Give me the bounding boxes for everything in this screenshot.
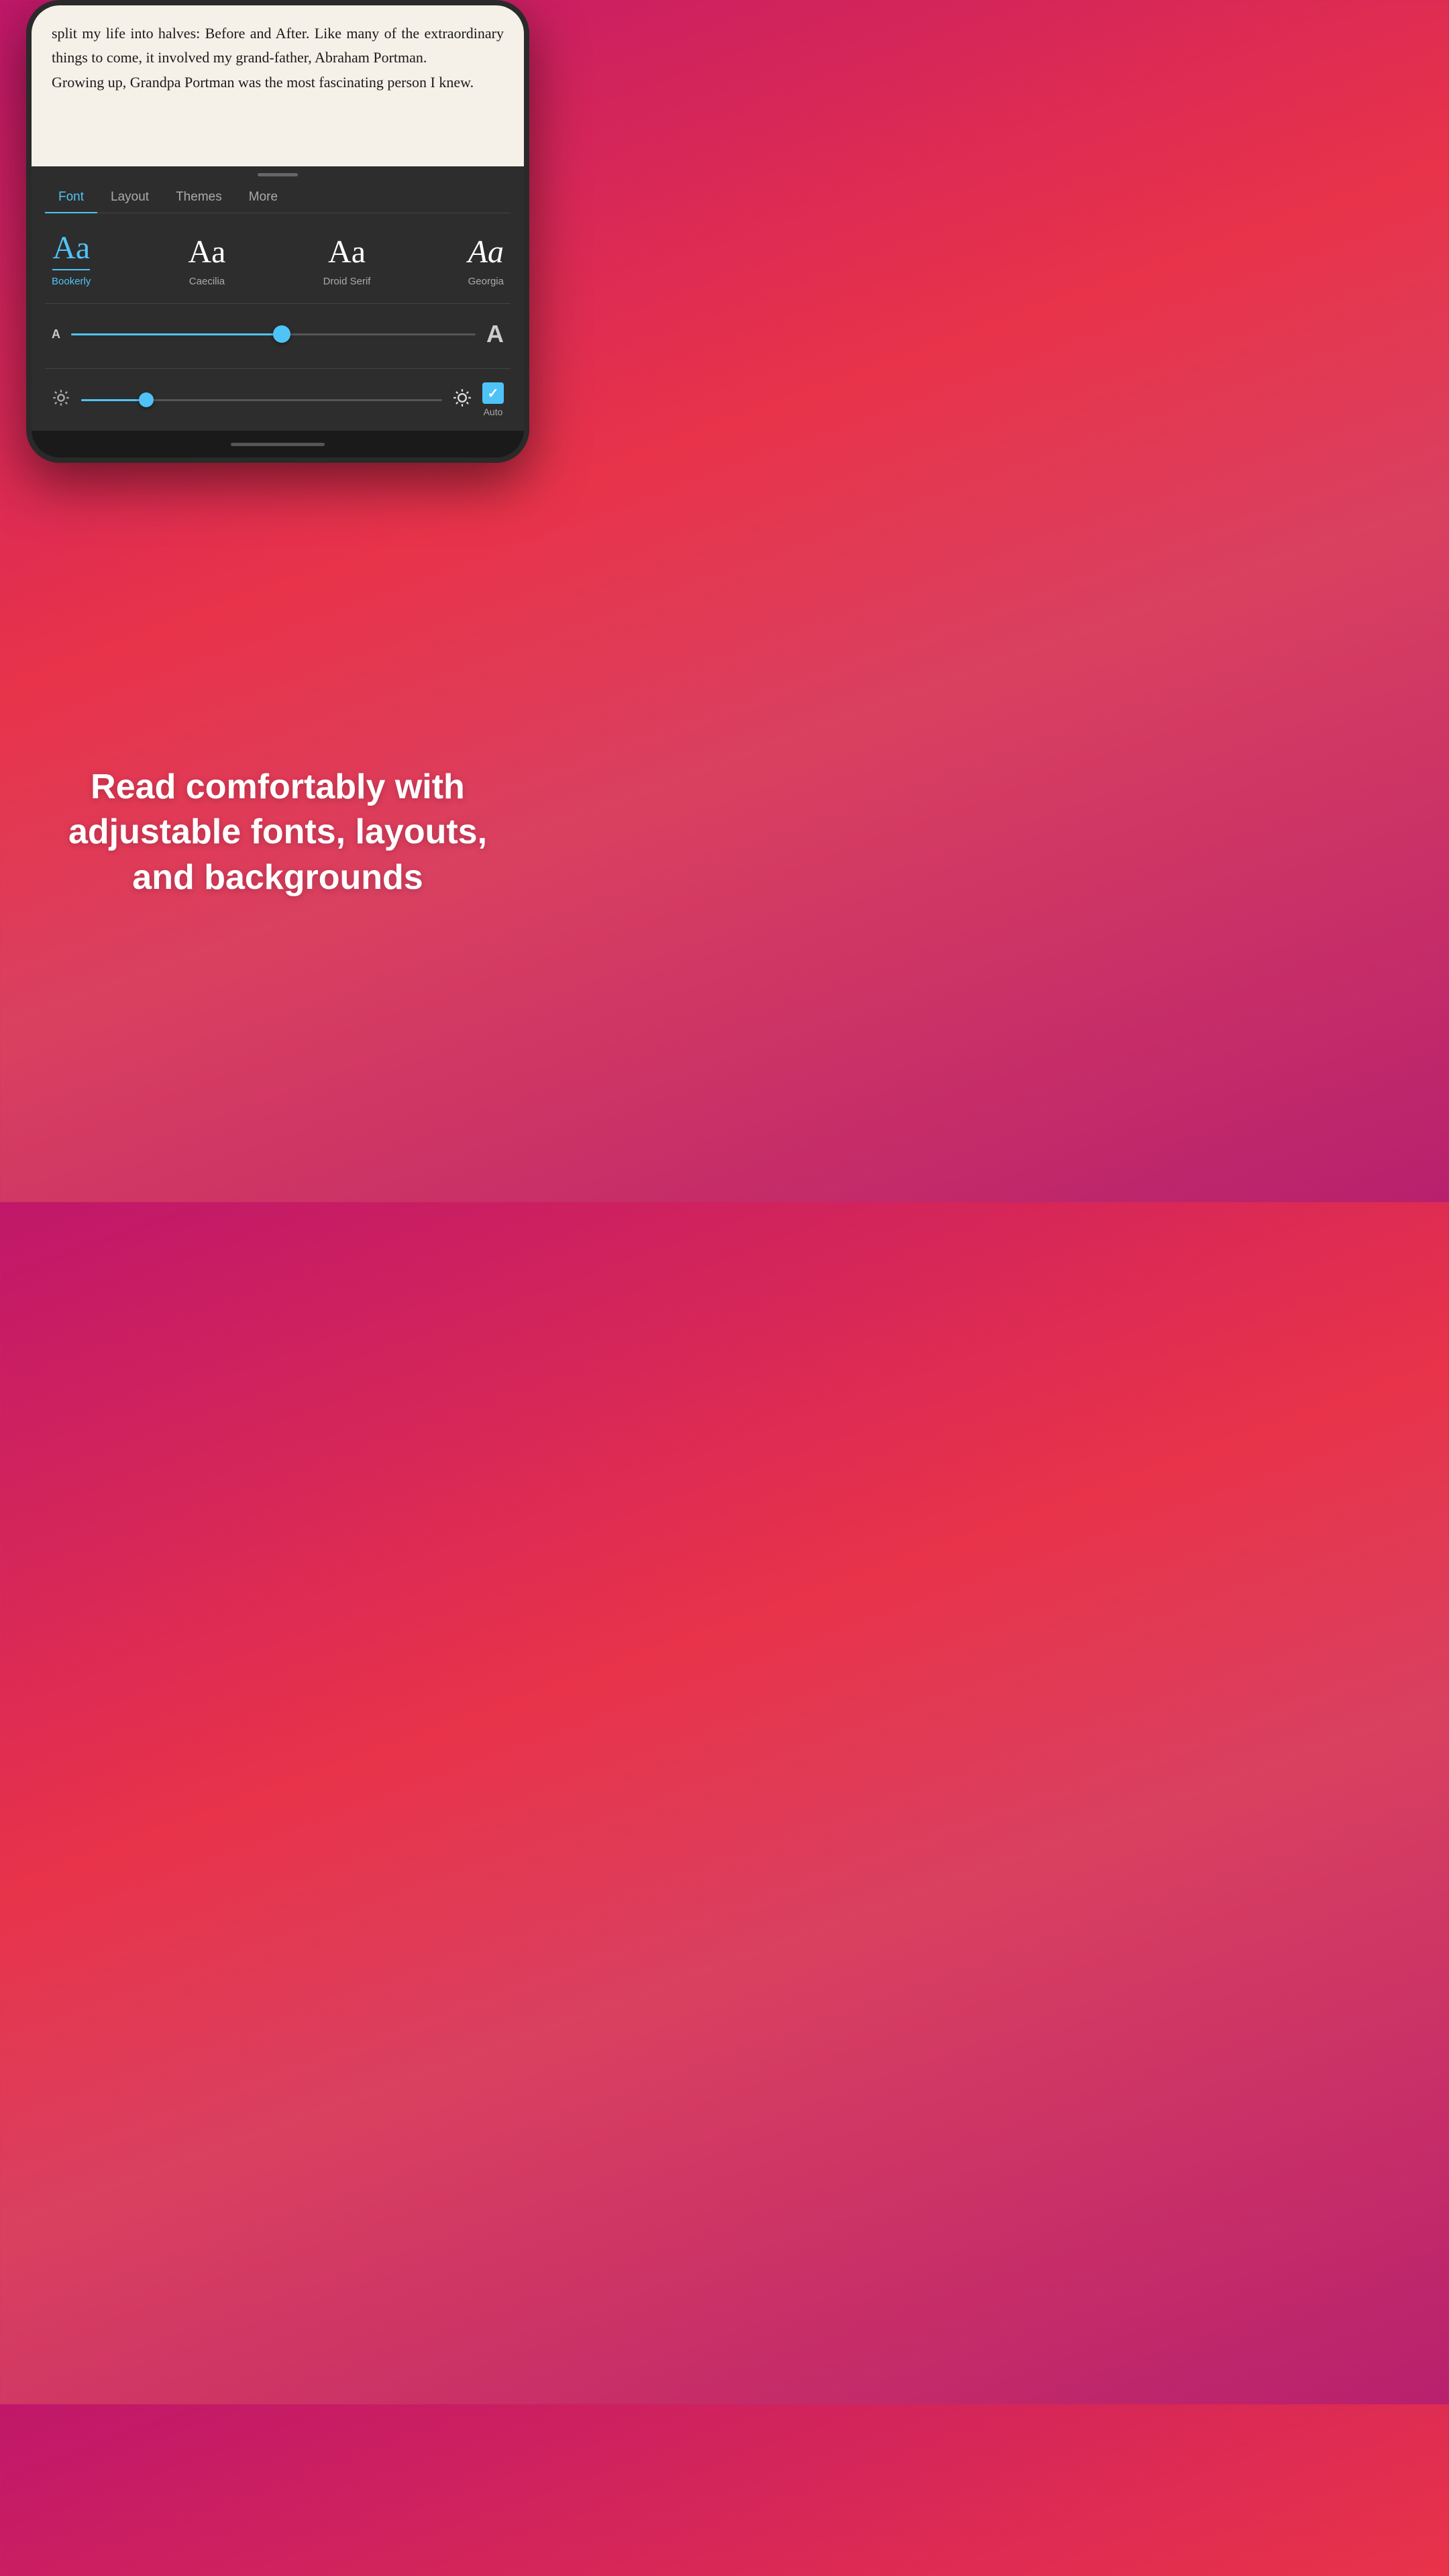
font-option-georgia[interactable]: Aa Georgia	[468, 233, 504, 287]
home-bar	[32, 431, 524, 458]
font-selector: Aa Bookerly Aa Caecilia Aa Droid Serif A…	[45, 229, 511, 287]
font-size-row: A A	[45, 320, 511, 348]
brightness-slider[interactable]	[81, 390, 442, 410]
font-size-fill	[71, 333, 282, 335]
brightness-row: ✓ Auto	[45, 382, 511, 417]
brightness-low-icon	[52, 388, 70, 411]
font-size-large-label: A	[486, 320, 504, 348]
book-text: split my life into halves: Before and Af…	[52, 21, 504, 70]
font-option-bookerly[interactable]: Aa Bookerly	[52, 229, 91, 287]
font-divider	[45, 303, 511, 304]
font-sample-caecilia: Aa	[189, 233, 226, 270]
font-sample-bookerly: Aa	[52, 229, 90, 270]
brightness-fill	[81, 399, 146, 401]
font-name-caecilia: Caecilia	[189, 276, 225, 287]
home-indicator	[231, 443, 325, 446]
tab-themes[interactable]: Themes	[162, 180, 235, 213]
tab-layout[interactable]: Layout	[97, 180, 162, 213]
drag-handle-bar	[258, 173, 298, 176]
font-name-georgia: Georgia	[468, 276, 504, 287]
brightness-thumb[interactable]	[139, 392, 154, 407]
promo-text: Read comfortably with adjustable fonts, …	[40, 765, 515, 901]
brightness-track	[81, 399, 442, 401]
tab-more[interactable]: More	[235, 180, 291, 213]
font-size-thumb[interactable]	[273, 325, 290, 343]
check-icon: ✓	[488, 385, 499, 402]
font-option-droid-serif[interactable]: Aa Droid Serif	[323, 233, 371, 287]
tab-font[interactable]: Font	[45, 180, 97, 213]
auto-label: Auto	[484, 407, 503, 417]
font-size-small-label: A	[52, 327, 60, 341]
book-text-2: Growing up, Grandpa Portman was the most…	[52, 70, 504, 95]
drag-handle-area	[32, 166, 524, 180]
promo-section: Read comfortably with adjustable fonts, …	[0, 463, 555, 1202]
font-sample-droid-serif: Aa	[328, 233, 366, 270]
checkbox-box: ✓	[482, 382, 504, 404]
brightness-high-icon	[453, 388, 472, 412]
tab-bar: Font Layout Themes More	[45, 180, 511, 213]
control-panel: Font Layout Themes More Aa Bookerly Aa C…	[32, 180, 524, 431]
font-size-slider[interactable]	[71, 324, 476, 344]
font-option-caecilia[interactable]: Aa Caecilia	[189, 233, 226, 287]
auto-brightness-toggle[interactable]: ✓ Auto	[482, 382, 504, 417]
font-sample-georgia: Aa	[468, 233, 504, 270]
phone-shell: split my life into halves: Before and Af…	[26, 0, 529, 463]
brightness-divider	[45, 368, 511, 369]
book-reading-area: split my life into halves: Before and Af…	[32, 5, 524, 166]
font-name-bookerly: Bookerly	[52, 276, 91, 287]
font-name-droid-serif: Droid Serif	[323, 276, 371, 287]
book-fade	[32, 140, 524, 166]
